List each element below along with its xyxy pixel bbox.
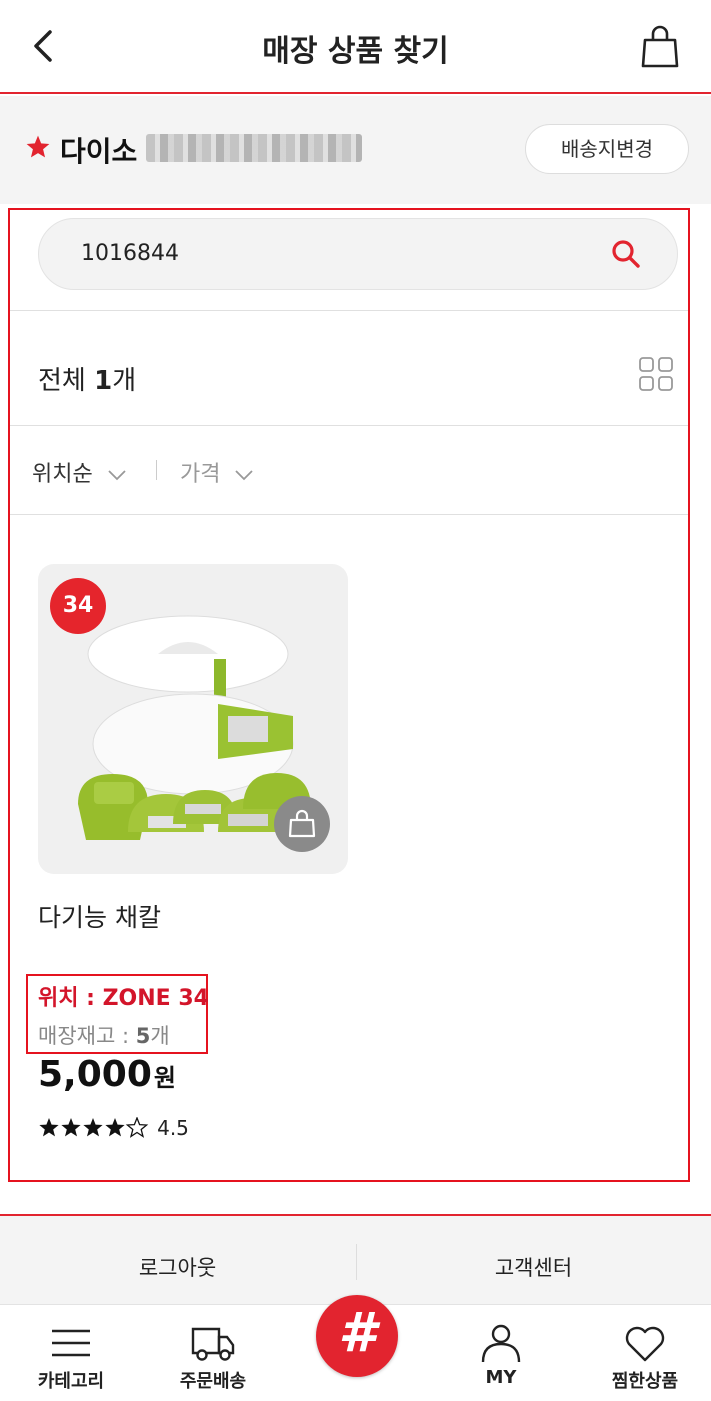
- nav-category-label: 카테고리: [37, 1371, 105, 1392]
- nav-delivery[interactable]: 주문배송: [142, 1305, 284, 1401]
- logout-link[interactable]: 로그아웃: [0, 1252, 355, 1282]
- add-to-cart-button[interactable]: [274, 796, 330, 852]
- divider: [10, 514, 688, 515]
- change-address-button[interactable]: 배송지변경: [525, 124, 689, 174]
- menu-icon: [52, 1329, 90, 1357]
- result-count-label: 전체: [38, 366, 95, 396]
- nav-category[interactable]: 카테고리: [0, 1305, 142, 1401]
- price-unit: 원: [153, 1064, 176, 1092]
- product-location: 위치 : ZONE 34: [38, 986, 209, 1011]
- sort-location-label: 위치순: [32, 462, 93, 487]
- shopping-bag-icon: [288, 809, 316, 838]
- nav-my[interactable]: MY: [430, 1305, 572, 1401]
- divider: [10, 425, 688, 426]
- product-price: 5,000원: [38, 1054, 176, 1095]
- stock-label: 매장재고 :: [38, 1024, 136, 1048]
- search-input[interactable]: 1016844: [38, 218, 678, 290]
- zone-badge: 34: [50, 578, 106, 634]
- hashtag-icon: #: [338, 1301, 376, 1364]
- page-title: 매장 상품 찾기: [262, 34, 449, 69]
- sort-price-dropdown[interactable]: 가격: [180, 456, 254, 488]
- stock-count: 5: [135, 1024, 151, 1048]
- star-icon: [26, 135, 50, 158]
- chevron-down-icon: [235, 470, 254, 481]
- truck-icon: [191, 1327, 235, 1361]
- product-name[interactable]: 다기능 채칼: [38, 898, 161, 934]
- result-count: 전체 1개: [38, 360, 136, 397]
- search-query: 1016844: [81, 241, 179, 266]
- nav-wishlist[interactable]: 찜한상품: [574, 1305, 711, 1401]
- shopping-bag-icon: [641, 25, 679, 68]
- result-count-number: 1: [94, 366, 113, 396]
- rating-stars-icon: [39, 1117, 149, 1138]
- price-value: 5,000: [38, 1054, 152, 1095]
- product-image-card[interactable]: 34: [38, 564, 348, 874]
- customer-center-link[interactable]: 고객센터: [356, 1252, 711, 1282]
- nav-delivery-label: 주문배송: [179, 1371, 247, 1392]
- store-name: 다이소: [60, 135, 138, 168]
- grid-view-icon[interactable]: [638, 356, 674, 392]
- product-stock: 매장재고 : 5개: [38, 1020, 170, 1050]
- sort-price-label: 가격: [180, 462, 221, 487]
- cart-button[interactable]: [637, 22, 683, 70]
- hashtag-button[interactable]: #: [316, 1295, 398, 1377]
- rating-value: 4.5: [157, 1116, 189, 1140]
- divider: [10, 310, 688, 311]
- sort-location-dropdown[interactable]: 위치순: [32, 456, 126, 488]
- result-count-suffix: 개: [112, 366, 137, 396]
- chevron-down-icon: [108, 470, 126, 481]
- nav-wishlist-label: 찜한상품: [611, 1371, 679, 1392]
- store-bar: 다이소 배송지변경: [0, 96, 711, 204]
- product-rating: 4.5: [38, 1116, 189, 1142]
- nav-my-label: MY: [485, 1367, 517, 1388]
- search-icon[interactable]: [609, 237, 643, 271]
- bottom-navigation: 카테고리 주문배송 # MY 찜한상품: [0, 1295, 711, 1401]
- sort-separator: [156, 460, 157, 480]
- app-header: 매장 상품 찾기: [0, 0, 711, 94]
- footer-links: 로그아웃 고객센터: [0, 1214, 711, 1304]
- user-icon: [481, 1324, 521, 1363]
- store-branch-blurred: [146, 134, 362, 162]
- heart-icon: [625, 1326, 665, 1362]
- stock-unit: 개: [150, 1024, 170, 1048]
